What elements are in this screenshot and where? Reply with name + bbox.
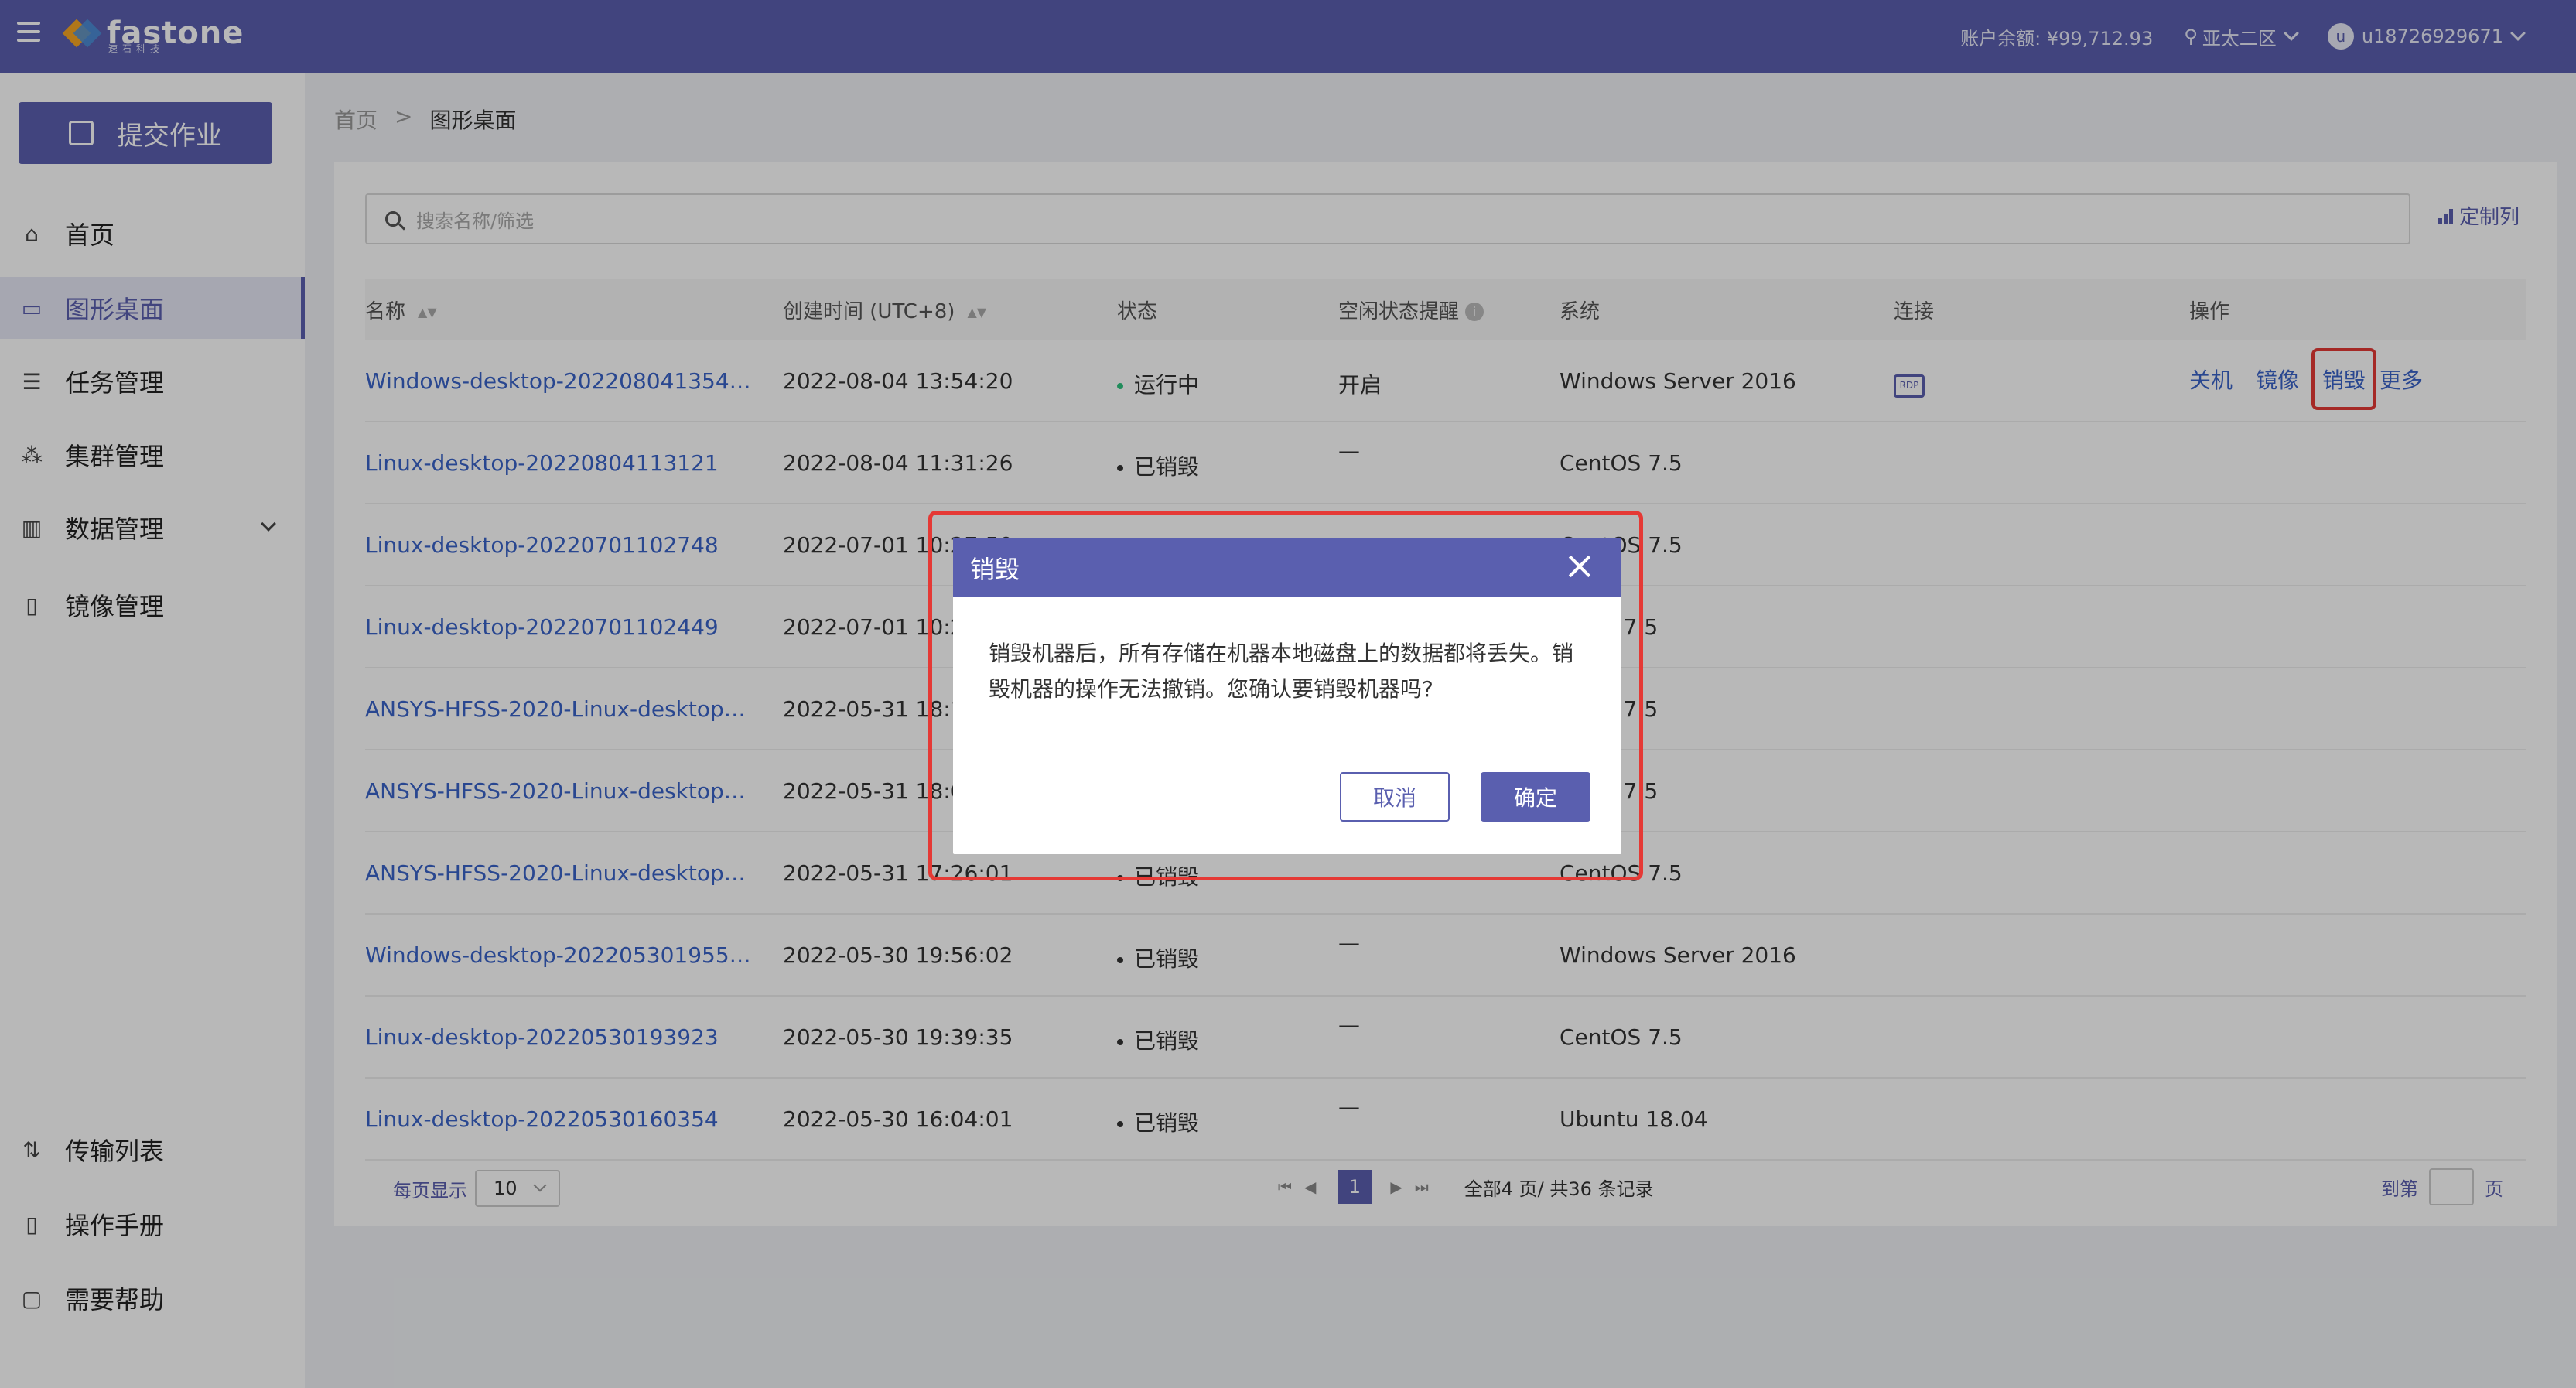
- confirm-button[interactable]: 确定: [1481, 772, 1590, 822]
- cancel-button[interactable]: 取消: [1340, 772, 1450, 822]
- dialog-buttons: 取消 确定: [1340, 772, 1590, 822]
- dialog-message: 销毁机器后，所有存储在机器本地磁盘上的数据都将丢失。销毁机器的操作无法撤销。您确…: [989, 641, 1574, 702]
- close-icon[interactable]: [1566, 552, 1594, 580]
- destroy-confirm-dialog: 销毁 销毁机器后，所有存储在机器本地磁盘上的数据都将丢失。销毁机器的操作无法撤销…: [953, 538, 1621, 854]
- dialog-header: 销毁: [953, 538, 1621, 597]
- dialog-title: 销毁: [970, 555, 1020, 584]
